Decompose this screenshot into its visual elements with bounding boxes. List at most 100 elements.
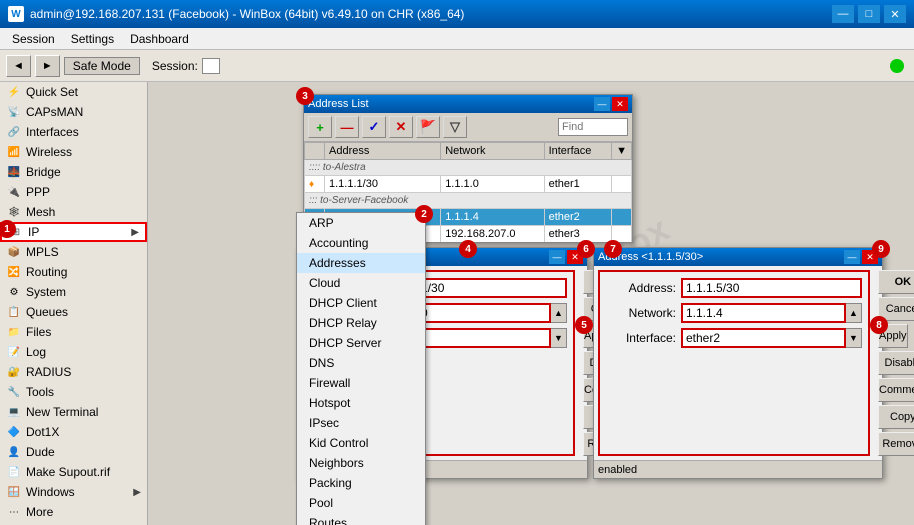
sidebar-item-routing[interactable]: 🔀 Routing — [0, 262, 147, 282]
address-input-2[interactable] — [681, 278, 862, 298]
sidebar-item-ip[interactable]: ⊞ IP ▶ 1 — [0, 222, 147, 242]
network-dropdown-2[interactable]: ▲ — [846, 303, 862, 323]
queues-icon: 📋 — [6, 305, 22, 319]
addr-detail-2-body: Address: Network: ▲ Interface: ▼ — [594, 266, 882, 460]
sidebar-item-supout[interactable]: 📄 Make Supout.rif — [0, 462, 147, 482]
table-row[interactable]: ♦ 1.1.1.1/30 1.1.1.0 ether1 — [305, 176, 632, 193]
sidebar-item-windows[interactable]: 🪟 Windows ▶ — [0, 482, 147, 502]
submenu-kid-control[interactable]: Kid Control — [297, 433, 425, 453]
safe-mode-button[interactable]: Safe Mode — [64, 57, 140, 75]
submenu-dns[interactable]: DNS — [297, 353, 425, 373]
copy-button-2[interactable]: Copy — [878, 405, 914, 429]
table-row: ::: to-Server-Facebook — [305, 193, 632, 209]
submenu-ipsec[interactable]: IPsec — [297, 413, 425, 433]
windows-icon: 🪟 — [6, 485, 22, 499]
submenu-hotspot[interactable]: Hotspot — [297, 393, 425, 413]
comment-button-2[interactable]: Comment — [878, 378, 914, 402]
remove-address-button[interactable]: — — [335, 116, 359, 138]
ip-submenu: 2 ARP Accounting Addresses Cloud DHCP Cl… — [296, 212, 426, 525]
remove-button-2[interactable]: Remove — [878, 432, 914, 456]
enable-button[interactable]: ✓ — [362, 116, 386, 138]
interface-dropdown-2[interactable]: ▼ — [846, 328, 862, 348]
capsman-icon: 📡 — [6, 105, 22, 119]
title-bar: W admin@192.168.207.131 (Facebook) - Win… — [0, 0, 914, 28]
back-button[interactable]: ◄ — [6, 55, 31, 77]
interface-input-2[interactable] — [681, 328, 846, 348]
menu-settings[interactable]: Settings — [63, 30, 122, 48]
submenu-pool[interactable]: Pool — [297, 493, 425, 513]
menu-dashboard[interactable]: Dashboard — [122, 30, 197, 48]
terminal-icon: 💻 — [6, 405, 22, 419]
menu-session[interactable]: Session — [4, 30, 63, 48]
network-dropdown-1[interactable]: ▲ — [551, 303, 567, 323]
supout-icon: 📄 — [6, 465, 22, 479]
addr-detail-1-min[interactable]: — — [549, 250, 565, 264]
table-row: :::: to-Alestra — [305, 160, 632, 176]
submenu-packing[interactable]: Packing — [297, 473, 425, 493]
sidebar-item-more[interactable]: ⋯ More — [0, 502, 147, 522]
bridge-icon: 🌉 — [6, 165, 22, 179]
filter-button[interactable]: ▽ — [443, 116, 467, 138]
badge-7: 7 — [604, 240, 622, 258]
badge-2: 2 — [415, 205, 433, 223]
addr-detail-2-min[interactable]: — — [844, 250, 860, 264]
forward-button[interactable]: ► — [35, 55, 60, 77]
submenu-addresses[interactable]: Addresses — [297, 253, 425, 273]
sidebar-item-files[interactable]: 📁 Files — [0, 322, 147, 342]
sidebar-item-mpls[interactable]: 📦 MPLS — [0, 242, 147, 262]
sidebar-item-ppp[interactable]: 🔌 PPP — [0, 182, 147, 202]
row-address: 1.1.1.1/30 — [325, 176, 441, 193]
submenu-firewall[interactable]: Firewall — [297, 373, 425, 393]
maximize-button[interactable]: □ — [858, 5, 880, 23]
menu-bar: Session Settings Dashboard — [0, 28, 914, 50]
sidebar-item-new-terminal[interactable]: 💻 New Terminal — [0, 402, 147, 422]
sidebar-item-log[interactable]: 📝 Log — [0, 342, 147, 362]
submenu-routes[interactable]: Routes — [297, 513, 425, 525]
sidebar-item-capsman[interactable]: 📡 CAPsMAN — [0, 102, 147, 122]
minimize-button[interactable]: — — [832, 5, 854, 23]
submenu-neighbors[interactable]: Neighbors — [297, 453, 425, 473]
ok-button-2[interactable]: OK — [878, 270, 914, 294]
sidebar-item-tools[interactable]: 🔧 Tools — [0, 382, 147, 402]
sidebar-item-quickset[interactable]: ⚡ Quick Set — [0, 82, 147, 102]
sidebar-item-system[interactable]: ⚙ System — [0, 282, 147, 302]
submenu-dhcp-client[interactable]: DHCP Client — [297, 293, 425, 313]
add-address-button[interactable]: + — [308, 116, 332, 138]
submenu-cloud[interactable]: Cloud — [297, 273, 425, 293]
find-input[interactable] — [558, 118, 628, 136]
interface-dropdown-1[interactable]: ▼ — [551, 328, 567, 348]
window-title: admin@192.168.207.131 (Facebook) - WinBo… — [30, 7, 832, 21]
disable-button-2[interactable]: Disable — [878, 351, 914, 375]
sidebar-item-dot1x[interactable]: 🔷 Dot1X — [0, 422, 147, 442]
sidebar-item-wireless[interactable]: 📶 Wireless — [0, 142, 147, 162]
flag-button[interactable]: 🚩 — [416, 116, 440, 138]
addr-list-min-btn[interactable]: — — [594, 97, 610, 111]
address-list-title: Address List — [308, 98, 592, 110]
session-input[interactable] — [202, 58, 220, 74]
row-flag: ♦ — [305, 176, 325, 193]
sidebar-item-dude[interactable]: 👤 Dude — [0, 442, 147, 462]
addr-list-close-btn[interactable]: ✕ — [612, 97, 628, 111]
dude-icon: 👤 — [6, 445, 22, 459]
sidebar-item-mesh[interactable]: 🕸 Mesh — [0, 202, 147, 222]
network-input-2[interactable] — [681, 303, 846, 323]
addr-detail-2-address-row: Address: — [606, 278, 862, 298]
group-label-facebook: ::: to-Server-Facebook — [305, 193, 632, 209]
submenu-dhcp-server[interactable]: DHCP Server — [297, 333, 425, 353]
mpls-icon: 📦 — [6, 245, 22, 259]
submenu-dhcp-relay[interactable]: DHCP Relay — [297, 313, 425, 333]
apply-btn-container-2: 8 Apply — [878, 324, 914, 348]
badge-9: 9 — [872, 240, 890, 258]
col-sort[interactable]: ▼ — [612, 143, 632, 160]
submenu-accounting[interactable]: Accounting — [297, 233, 425, 253]
close-button[interactable]: ✕ — [884, 5, 906, 23]
submenu-arp[interactable]: ARP — [297, 213, 425, 233]
sidebar-item-queues[interactable]: 📋 Queues — [0, 302, 147, 322]
sidebar-item-interfaces[interactable]: 🔗 Interfaces — [0, 122, 147, 142]
status-text-2: enabled — [598, 464, 637, 476]
sidebar-item-bridge[interactable]: 🌉 Bridge — [0, 162, 147, 182]
sidebar-item-radius[interactable]: 🔐 RADIUS — [0, 362, 147, 382]
window-controls: — □ ✕ — [832, 5, 906, 23]
disable-button[interactable]: ✕ — [389, 116, 413, 138]
group-label-alestra: :::: to-Alestra — [305, 160, 632, 176]
